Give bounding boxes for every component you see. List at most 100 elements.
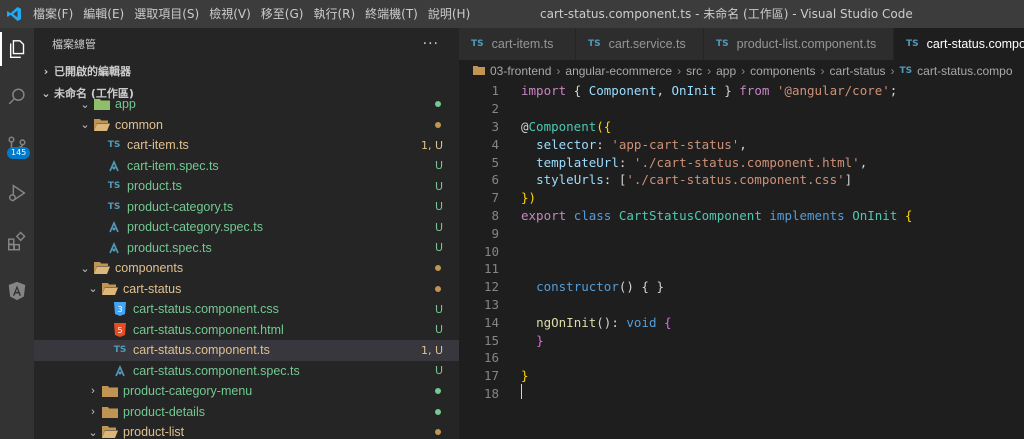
line-number: 7 xyxy=(491,190,499,206)
explorer-icon[interactable] xyxy=(0,32,34,66)
typescript-file-icon: TS xyxy=(113,345,127,356)
line-number: 14 xyxy=(483,314,499,330)
code-line: 10 xyxy=(459,242,1024,260)
typescript-file-icon: TS xyxy=(716,39,729,49)
editor-tabs: TS cart-item.ts TS cart.service.ts TS produ… xyxy=(459,28,1024,60)
folder-open-icon xyxy=(100,282,120,296)
tree-file-cart-status-spec[interactable]: cart-status.component.spec.ts U xyxy=(34,361,459,382)
git-status: U xyxy=(434,302,443,316)
tree-file-product-category-spec[interactable]: product-category.spec.ts U xyxy=(34,217,459,238)
chevron-right-icon: › xyxy=(677,64,682,78)
breadcrumb-item[interactable]: 03-frontend xyxy=(490,64,551,78)
breadcrumb-item[interactable]: components xyxy=(750,64,815,78)
tree-file-cart-item[interactable]: TS cart-item.ts 1, U xyxy=(34,135,459,156)
tree-item-label: cart-item.spec.ts xyxy=(127,158,219,173)
menu-selection[interactable]: 選取項目(S) xyxy=(129,0,204,28)
tab-product-list-component[interactable]: TS product-list.component.ts xyxy=(704,28,894,60)
typescript-file-icon: TS xyxy=(906,39,919,49)
code-editor[interactable]: 1 import { Component, OnInit } from '@ang… xyxy=(459,82,1024,402)
line-number: 11 xyxy=(483,261,499,277)
tree-item-label: cart-status.component.html xyxy=(133,322,284,337)
line-number: 10 xyxy=(483,243,499,259)
folder-icon xyxy=(473,64,485,78)
chevron-right-icon: › xyxy=(91,405,95,418)
menu-edit[interactable]: 編輯(E) xyxy=(78,0,129,28)
search-icon[interactable] xyxy=(0,80,34,114)
tree-folder-components[interactable]: ⌄ components xyxy=(34,258,459,279)
vscode-logo-icon xyxy=(0,0,28,28)
tree-file-cart-item-spec[interactable]: cart-item.spec.ts U xyxy=(34,156,459,177)
git-status: 1, U xyxy=(420,138,443,152)
breadcrumb-item[interactable]: app xyxy=(716,64,736,78)
tree-folder-common[interactable]: ⌄ common xyxy=(34,115,459,136)
code-line: 7}) xyxy=(459,189,1024,207)
line-number: 15 xyxy=(483,332,499,348)
chevron-right-icon: › xyxy=(556,64,561,78)
svg-text:5: 5 xyxy=(117,326,122,335)
spec-file-icon xyxy=(104,241,124,255)
tree-file-cart-status-css[interactable]: 3 cart-status.component.css U xyxy=(34,299,459,320)
tree-folder-cart-status[interactable]: ⌄ cart-status xyxy=(34,279,459,300)
typescript-file-icon: TS xyxy=(107,140,121,151)
chevron-right-icon: › xyxy=(43,64,49,78)
code-line: 17} xyxy=(459,367,1024,385)
breadcrumb-item[interactable]: src xyxy=(686,64,702,78)
breadcrumb-item[interactable]: cart-status.compo xyxy=(917,64,1012,78)
menu-terminal[interactable]: 終端機(T) xyxy=(360,0,423,28)
open-editors-section[interactable]: › 已開啟的編輯器 xyxy=(34,60,459,82)
folder-open-icon xyxy=(92,118,112,132)
tree-folder-product-details[interactable]: › product-details xyxy=(34,402,459,423)
tree-item-label: product-category.ts xyxy=(127,199,234,214)
more-actions-button[interactable]: ··· xyxy=(423,36,439,52)
tab-cart-service[interactable]: TS cart.service.ts xyxy=(576,28,704,60)
tab-cart-item[interactable]: TS cart-item.ts xyxy=(459,28,576,60)
git-status: U xyxy=(434,220,443,234)
menu-file[interactable]: 檔案(F) xyxy=(28,0,78,28)
code-line: 8 export class CartStatusComponent implem… xyxy=(459,207,1024,225)
code-line: 15 } xyxy=(459,331,1024,349)
chevron-right-icon: › xyxy=(707,64,712,78)
chevron-down-icon: ⌄ xyxy=(88,426,98,439)
tree-item-label: cart-item.ts xyxy=(127,138,189,153)
git-status: U xyxy=(434,179,443,193)
chevron-right-icon: › xyxy=(820,64,825,78)
line-number: 5 xyxy=(491,154,499,170)
tree-file-product-category[interactable]: TS product-category.ts U xyxy=(34,197,459,218)
chevron-right-icon: › xyxy=(890,64,895,78)
scm-badge: 145 xyxy=(7,147,31,159)
tree-item-label: cart-status xyxy=(123,281,182,296)
tree-folder-app[interactable]: ⌄ app xyxy=(34,94,459,115)
line-number: 13 xyxy=(483,296,499,312)
tree-item-label: product-list xyxy=(123,425,185,439)
tab-cart-status-component[interactable]: TS cart-status.compo xyxy=(894,28,1024,60)
menu-help[interactable]: 說明(H) xyxy=(423,0,475,28)
tree-file-product-spec[interactable]: product.spec.ts U xyxy=(34,238,459,259)
run-debug-icon[interactable] xyxy=(0,176,34,210)
menu-run[interactable]: 執行(R) xyxy=(308,0,360,28)
menu-go[interactable]: 移至(G) xyxy=(256,0,309,28)
typescript-file-icon: TS xyxy=(107,201,121,212)
code-line: 18 xyxy=(459,384,1024,403)
code-line: 5 templateUrl: './cart-status.component.… xyxy=(459,153,1024,171)
tree-folder-product-list[interactable]: ⌄ product-list xyxy=(34,422,459,439)
tab-label: cart-status.compo xyxy=(926,37,1024,51)
angular-icon[interactable] xyxy=(0,274,34,308)
tree-file-cart-status-html[interactable]: 5 cart-status.component.html U xyxy=(34,320,459,341)
menu-view[interactable]: 檢視(V) xyxy=(204,0,256,28)
breadcrumb-item[interactable]: angular-ecommerce xyxy=(565,64,672,78)
tab-label: cart-item.ts xyxy=(491,37,554,51)
git-status-dot xyxy=(435,388,441,395)
code-line: 1 import { Component, OnInit } from '@ang… xyxy=(459,82,1024,100)
line-number: 9 xyxy=(491,225,499,241)
breadcrumb-item[interactable]: cart-status xyxy=(830,64,886,78)
code-line: 16 xyxy=(459,349,1024,367)
extensions-icon[interactable] xyxy=(0,224,34,258)
git-status-dot xyxy=(435,265,441,272)
tree-folder-product-category-menu[interactable]: › product-category-menu xyxy=(34,381,459,402)
tree-file-cart-status-ts[interactable]: TS cart-status.component.ts 1, U xyxy=(34,340,459,361)
folder-icon xyxy=(100,405,120,419)
line-number: 12 xyxy=(483,279,499,295)
tree-file-product[interactable]: TS product.ts U xyxy=(34,176,459,197)
typescript-file-icon: TS xyxy=(588,39,601,49)
git-status: U xyxy=(434,364,443,378)
